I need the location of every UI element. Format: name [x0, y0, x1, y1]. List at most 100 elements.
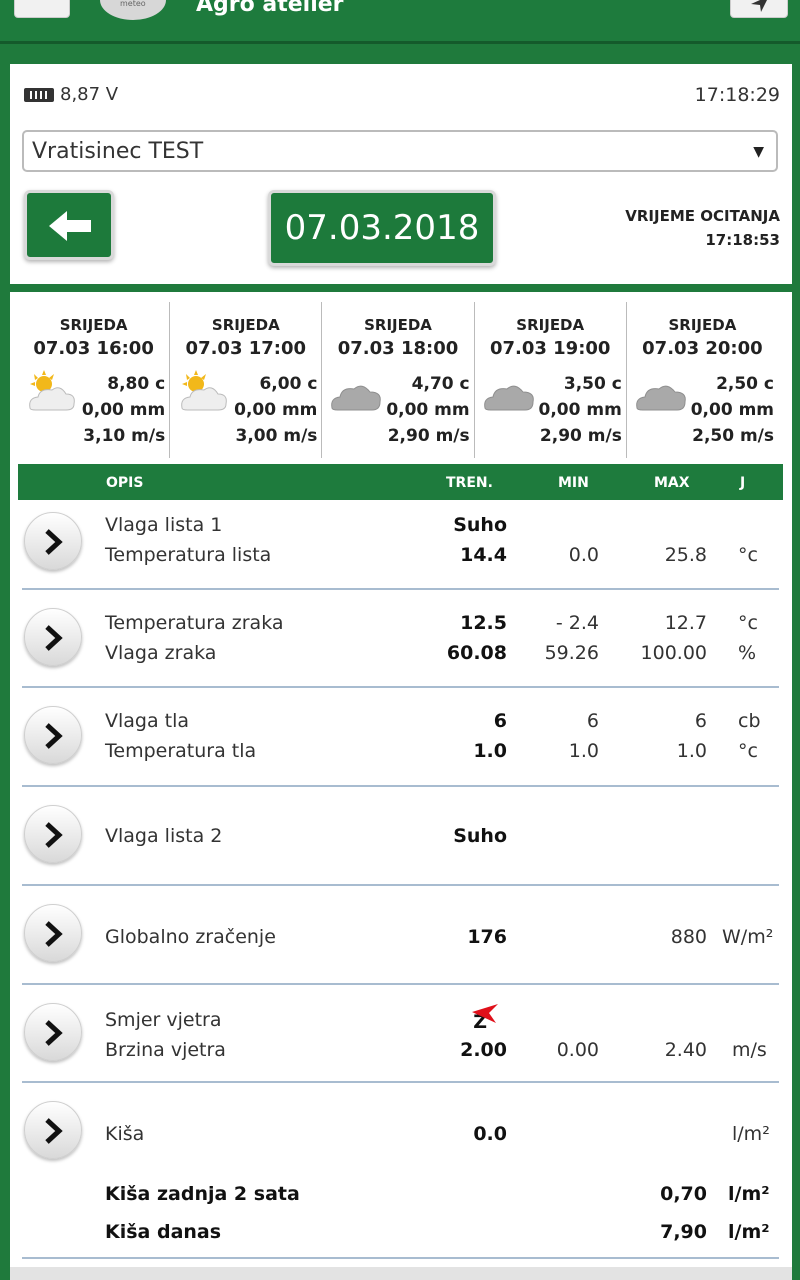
- forecast-item[interactable]: SRIJEDA 07.03 16:00 8,80 c 0,00 mm 3,10 …: [18, 302, 171, 458]
- current-time: 17:18:29: [694, 84, 780, 106]
- chevron-right-icon: [45, 625, 63, 651]
- forecast-rain: 0,00 mm: [538, 400, 622, 420]
- cloud-icon: [483, 385, 534, 411]
- station-panel: 8,87 V 17:18:29 Vratisinec TEST ▼ 07.03.…: [10, 64, 792, 284]
- column-header-desc: OPIS: [106, 475, 144, 491]
- forecast-day: SRIJEDA: [516, 316, 585, 334]
- expand-row-button[interactable]: [24, 805, 82, 863]
- forecast-strip: SRIJEDA 07.03 16:00 8,80 c 0,00 mm 3,10 …: [18, 302, 778, 458]
- forecast-item[interactable]: SRIJEDA 07.03 19:00 3,50 c 0,00 mm 2,90 …: [475, 302, 627, 458]
- expand-row-button[interactable]: [24, 706, 82, 764]
- expand-row-button[interactable]: [24, 1003, 82, 1061]
- unit: l/m²: [728, 1221, 770, 1243]
- forecast-wind: 2,90 m/s: [387, 426, 470, 446]
- current-value: 0.0: [473, 1123, 507, 1145]
- current-value: 176: [467, 926, 507, 948]
- forecast-rain: 0,00 mm: [234, 400, 318, 420]
- date-button[interactable]: 07.03.2018: [268, 190, 496, 266]
- chevron-right-icon: [45, 529, 63, 555]
- forecast-item[interactable]: SRIJEDA 07.03 17:00 6,00 c 0,00 mm 3,00 …: [170, 302, 323, 458]
- row-label: Vlaga tla: [105, 710, 190, 732]
- row-label: Vlaga lista 2: [105, 825, 223, 847]
- current-value: 6: [493, 710, 507, 732]
- unit: °c: [738, 612, 758, 634]
- current-value: Suho: [453, 514, 507, 536]
- unit: W/m²: [722, 926, 774, 948]
- forecast-time: 07.03 20:00: [642, 338, 763, 359]
- forecast-temperature: 4,70 c: [411, 374, 470, 394]
- max-value: 0,70: [660, 1183, 707, 1205]
- reading-time-label: VRIJEME OCITANJA: [625, 207, 780, 225]
- forecast-item[interactable]: SRIJEDA 07.03 18:00 4,70 c 0,00 mm 2,90 …: [322, 302, 475, 458]
- station-selected-value: Vratisinec TEST: [32, 138, 204, 164]
- forecast-wind: 2,90 m/s: [539, 426, 622, 446]
- forecast-item[interactable]: SRIJEDA 07.03 20:00 2,50 c 0,00 mm 2,50 …: [627, 302, 778, 458]
- bottom-bar: [10, 1267, 792, 1280]
- chevron-right-icon: [45, 1118, 63, 1144]
- expand-row-button[interactable]: [24, 512, 82, 570]
- max-value: 6: [694, 710, 707, 732]
- logo-text: meteo: [120, 0, 146, 8]
- max-value: 1.0: [676, 740, 707, 762]
- forecast-rain: 0,00 mm: [81, 400, 166, 420]
- row-label: Kiša zadnja 2 sata: [105, 1183, 300, 1205]
- arrow-left-icon: [49, 211, 91, 241]
- column-header-min: MIN: [558, 475, 589, 491]
- app-bar: meteo Agro atelier: [0, 0, 800, 44]
- max-value: 880: [670, 926, 707, 948]
- forecast-time: 07.03 16:00: [33, 338, 154, 359]
- expand-row-button[interactable]: [24, 904, 82, 962]
- unit: l/m²: [732, 1123, 770, 1145]
- row-label: Temperatura lista: [105, 544, 272, 566]
- forecast-temperature: 8,80 c: [107, 374, 166, 394]
- forecast-wind: 2,50 m/s: [692, 426, 775, 446]
- forecast-day: SRIJEDA: [364, 316, 432, 334]
- chevron-right-icon: [45, 921, 63, 947]
- table-header: OPIS TREN. MIN MAX J: [18, 464, 783, 500]
- reading-time-value: 17:18:53: [705, 231, 780, 249]
- battery-voltage: 8,87 V: [60, 84, 119, 105]
- expand-row-button[interactable]: [24, 1101, 82, 1159]
- column-header-current: TREN.: [446, 475, 493, 491]
- forecast-time: 07.03 17:00: [185, 338, 307, 359]
- current-value: 60.08: [446, 642, 507, 664]
- unit: l/m²: [728, 1183, 770, 1205]
- min-value: 59.26: [544, 642, 599, 664]
- table-row: Kiša 0.0 l/m² Kiša zadnja 2 sata 0,70 l/…: [22, 1083, 779, 1259]
- wind-direction-arrow-icon: [472, 1004, 498, 1023]
- app-title: Agro atelier: [196, 0, 344, 17]
- row-label: Kiša danas: [105, 1221, 222, 1243]
- forecast-wind: 3,00 m/s: [235, 426, 318, 446]
- forecast-rain: 0,00 mm: [386, 400, 470, 420]
- table-row: Globalno zračenje 176 880 W/m²: [22, 886, 779, 985]
- row-label: Temperatura zraka: [105, 612, 284, 634]
- unit: °c: [738, 544, 758, 566]
- navigation-arrow-icon: [751, 0, 767, 12]
- menu-button[interactable]: [14, 0, 70, 18]
- dropdown-caret-icon: ▼: [753, 144, 764, 160]
- table-row: Vlaga lista 2 Suho: [22, 787, 779, 886]
- reading-time: VRIJEME OCITANJA 17:18:53: [625, 204, 780, 252]
- partly-sunny-icon: [29, 370, 75, 411]
- expand-row-button[interactable]: [24, 608, 82, 666]
- current-value: Suho: [453, 825, 507, 847]
- row-label: Kiša: [105, 1123, 145, 1145]
- min-value: 0.00: [556, 1039, 599, 1061]
- unit: m/s: [732, 1039, 767, 1061]
- column-header-max: MAX: [654, 475, 690, 491]
- previous-day-button[interactable]: [24, 190, 114, 260]
- chevron-right-icon: [45, 723, 63, 749]
- current-value: 12.5: [460, 612, 507, 634]
- forecast-time: 07.03 18:00: [337, 338, 459, 359]
- app-logo: meteo: [100, 0, 166, 20]
- station-select[interactable]: Vratisinec TEST ▼: [22, 130, 778, 172]
- forecast-wind: 3,10 m/s: [83, 426, 166, 446]
- forecast-temperature: 2,50 c: [716, 374, 775, 394]
- row-label: Vlaga lista 1: [105, 514, 223, 536]
- unit: cb: [738, 710, 761, 732]
- row-label: Vlaga zraka: [105, 642, 217, 664]
- battery-status: 8,87 V: [24, 84, 118, 105]
- table-row: Smjer vjetra Z Brzina vjetra 2.00 0.00 2…: [22, 985, 779, 1083]
- navigation-button[interactable]: [730, 0, 788, 18]
- forecast-day: SRIJEDA: [211, 316, 280, 334]
